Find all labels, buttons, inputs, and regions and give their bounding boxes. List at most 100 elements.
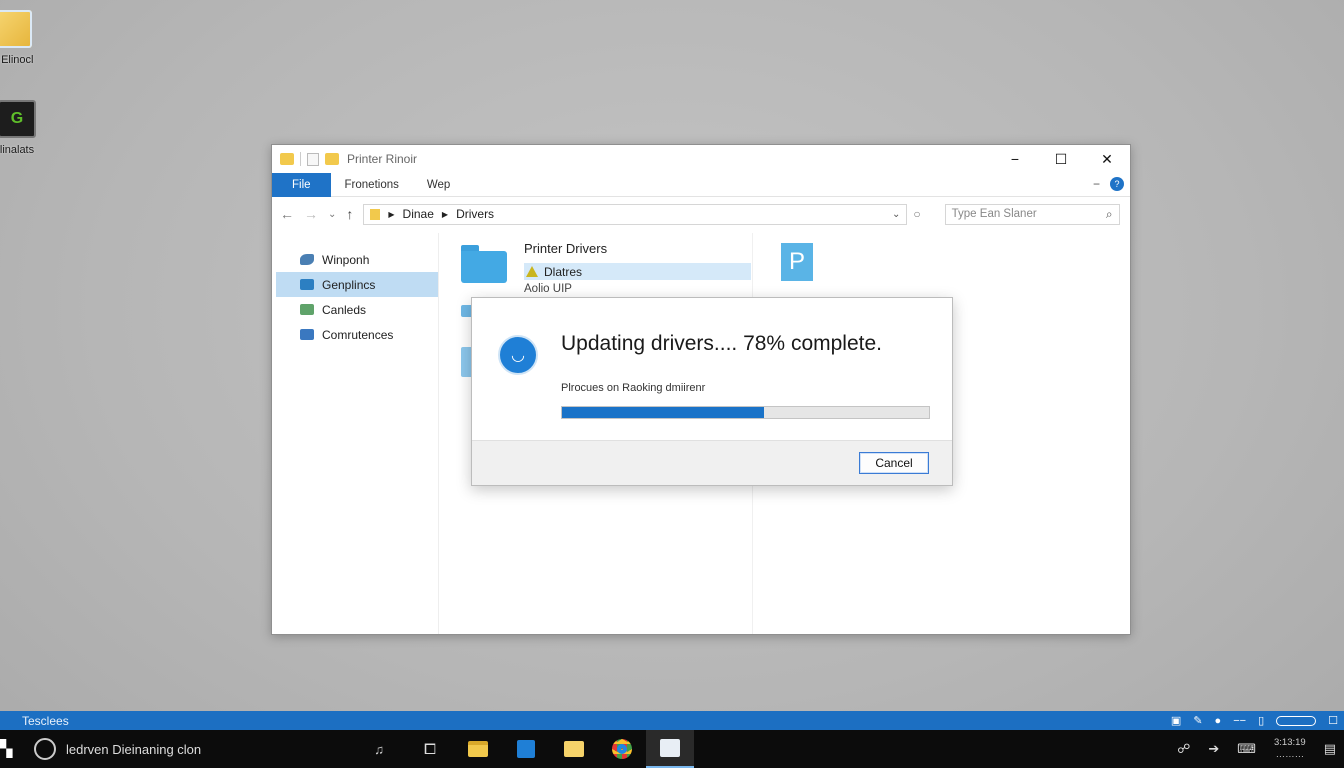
clock-date: ……… xyxy=(1275,749,1305,760)
progress-fill xyxy=(562,407,764,418)
store-button[interactable] xyxy=(502,730,550,768)
tab-fronetions[interactable]: Fronetions xyxy=(331,173,413,197)
sidebar-item-comrutences[interactable]: Comrutences xyxy=(276,322,438,347)
system-tray: ☍ ➔ ⌨ 3:13:19 ……… ▤ xyxy=(1177,730,1344,768)
chevron-down-icon[interactable]: ⌄ xyxy=(892,209,900,220)
pen-icon[interactable]: ✎ xyxy=(1193,714,1202,727)
sidebar-item-label: Comrutences xyxy=(322,327,394,342)
ribbon-tabs: File Fronetions Wep − ? xyxy=(272,172,1130,197)
keyboard-icon[interactable]: ⌨ xyxy=(1237,741,1256,757)
desktop-icon-nvidia[interactable]: G linalats xyxy=(0,100,52,156)
dialog-title: Updating drivers.... 78% complete. xyxy=(561,332,882,355)
new-folder-icon[interactable] xyxy=(325,153,339,165)
properties-icon[interactable] xyxy=(307,152,319,166)
navigation-pane: Winponh Genplincs Canleds Comrutences xyxy=(272,233,439,634)
computer-icon xyxy=(300,329,314,340)
sidebar-item-label: Winponh xyxy=(322,252,370,267)
cancel-button[interactable]: Cancel xyxy=(859,452,929,474)
network-icon[interactable]: ☍ xyxy=(1177,741,1190,757)
lock-icon[interactable]: ▯ xyxy=(1258,714,1264,727)
window-icon[interactable]: ▣ xyxy=(1171,714,1181,727)
search-icon: ⌕ xyxy=(1105,206,1113,221)
back-icon[interactable]: ← xyxy=(280,206,294,222)
collapse-ribbon-icon[interactable]: − xyxy=(1093,177,1100,191)
folder-title[interactable]: Printer Drivers xyxy=(524,241,607,256)
file-name: Dlatres xyxy=(544,264,583,279)
folder-icon[interactable] xyxy=(461,245,507,283)
chrome-icon xyxy=(612,739,632,759)
sidebar-item-canleds[interactable]: Canleds xyxy=(276,297,438,322)
folder-icon[interactable] xyxy=(280,153,294,165)
tab-wep[interactable]: Wep xyxy=(413,173,464,197)
update-icon: ◡ xyxy=(498,335,538,375)
taskbar-apps: ⧠ xyxy=(406,730,694,768)
desktop-icon-label: linalats xyxy=(0,144,35,156)
document-app-button[interactable] xyxy=(646,730,694,768)
up-icon[interactable]: ↑ xyxy=(346,206,353,222)
square-icon[interactable]: ☐ xyxy=(1328,714,1338,727)
clock[interactable]: 3:13:19 ……… xyxy=(1274,737,1306,761)
title-bar: Printer Rinoir − ☐ ✕ xyxy=(272,145,1130,173)
document-preview-icon[interactable]: P xyxy=(781,243,813,281)
files-icon xyxy=(564,741,584,757)
file-explorer-button[interactable] xyxy=(454,730,502,768)
clock-time: 3:13:19 xyxy=(1274,737,1306,748)
sidebar-item-genplincs[interactable]: Genplincs xyxy=(276,272,438,297)
sidebar-item-label: Canleds xyxy=(322,302,367,317)
taskbar-search[interactable]: ledrven Dieinaning clon ♫ xyxy=(26,730,386,768)
help-icon[interactable]: ? xyxy=(1110,177,1124,191)
toggle-pill-icon[interactable] xyxy=(1276,715,1317,726)
breadcrumb-segment[interactable]: Drivers xyxy=(456,207,494,221)
window-controls: − ☐ ✕ xyxy=(992,145,1130,173)
search-input[interactable]: Type Ean Slaner ⌕ xyxy=(944,203,1120,225)
circle-icon[interactable]: ● xyxy=(1215,715,1222,727)
breadcrumb-segment[interactable]: Dinae xyxy=(403,207,434,221)
nvidia-icon: G xyxy=(0,100,36,138)
taskbar-search-text: ledrven Dieinaning clon xyxy=(66,741,202,757)
chevron-right-icon: ▶ xyxy=(441,209,449,219)
chrome-button[interactable] xyxy=(598,730,646,768)
forward-icon[interactable]: → xyxy=(304,206,318,222)
phone-icon xyxy=(300,254,314,265)
search-placeholder: Type Ean Slaner xyxy=(951,208,1037,220)
cortana-icon xyxy=(34,738,56,760)
tab-file[interactable]: File xyxy=(272,172,331,197)
maximize-button[interactable]: ☐ xyxy=(1038,145,1084,173)
task-view-button[interactable]: ⧠ xyxy=(406,730,454,768)
minimize-button[interactable]: − xyxy=(992,145,1038,173)
progress-bar xyxy=(561,406,930,419)
address-path[interactable]: ▶ Dinae ▶ Drivers ⌄ xyxy=(363,203,908,225)
notifications-icon[interactable]: ▤ xyxy=(1324,741,1336,757)
close-button[interactable]: ✕ xyxy=(1084,145,1130,173)
task-view-icon: ⧠ xyxy=(423,740,436,758)
refresh-icon[interactable]: ○ xyxy=(913,207,920,221)
start-button[interactable]: ▚ xyxy=(0,730,26,768)
taskbar: ▚ ledrven Dieinaning clon ♫ ⧠ ☍ ➔ ⌨ 3:13… xyxy=(0,730,1344,768)
chevron-right-icon: ▶ xyxy=(388,209,395,219)
sidebar-item-winponh[interactable]: Winponh xyxy=(276,247,438,272)
toolbar-separator xyxy=(300,152,301,166)
folder-icon xyxy=(370,208,381,220)
desktop-icon-folder[interactable]: y Elinocl xyxy=(0,10,48,66)
warning-icon xyxy=(526,266,538,277)
sidebar-item-label: Genplincs xyxy=(322,277,376,292)
quick-access-toolbar xyxy=(280,152,339,166)
recent-locations-icon[interactable]: ⌄ xyxy=(328,209,336,220)
dash-icon[interactable]: −− xyxy=(1233,715,1246,727)
microphone-icon[interactable]: ♫ xyxy=(374,742,384,757)
grid-icon xyxy=(300,304,314,315)
file-sub-label: Aolio UIP xyxy=(524,283,572,295)
dialog-footer: Cancel xyxy=(472,440,952,485)
windows-icon: ▚ xyxy=(0,741,13,758)
files-button[interactable] xyxy=(550,730,598,768)
address-bar-row: ← → ⌄ ↑ ▶ Dinae ▶ Drivers ⌄ ○ Type Ean S… xyxy=(272,197,1130,231)
document-icon xyxy=(660,739,680,757)
file-row-selected[interactable]: Dlatres xyxy=(524,263,751,280)
update-dialog: ◡ Updating drivers.... 78% complete. Plr… xyxy=(471,297,953,486)
folder-icon xyxy=(0,10,32,48)
strip-label: Tesclees xyxy=(22,713,69,728)
arrow-icon[interactable]: ➔ xyxy=(1208,741,1219,757)
notification-strip: Tesclees ▣ ✎ ● −− ▯ ☐ xyxy=(0,711,1344,730)
store-icon xyxy=(517,740,535,758)
network-icon xyxy=(300,279,314,290)
